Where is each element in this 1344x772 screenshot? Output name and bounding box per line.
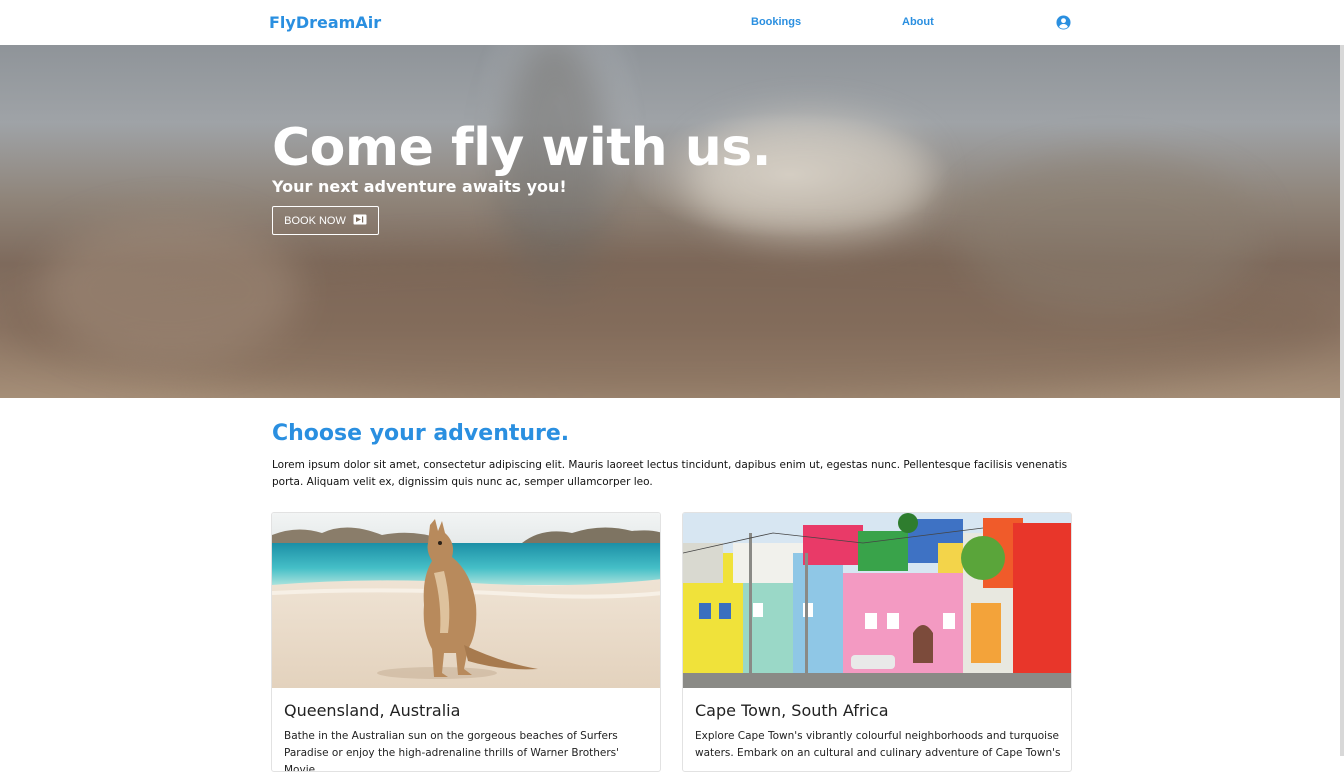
book-now-button[interactable]: BOOK NOW (272, 206, 379, 235)
card-description: Explore Cape Town's vibrantly colourful … (695, 730, 1061, 759)
card-description: Bathe in the Australian sun on the gorge… (284, 730, 620, 772)
hero-bg-shape (40, 215, 300, 365)
section-intro: Lorem ipsum dolor sit amet, consectetur … (272, 459, 1068, 488)
brand-logo[interactable]: FlyDreamAir (269, 13, 381, 32)
card-title: Cape Town, South Africa (695, 701, 889, 720)
hero-bg-shape (960, 155, 1260, 315)
ticket-icon (353, 214, 367, 228)
adventure-card-queensland[interactable]: Queensland, Australia Bathe in the Austr… (271, 512, 661, 772)
adventure-card-cape-town[interactable]: Cape Town, South Africa Explore Cape Tow… (682, 512, 1072, 772)
book-now-label: BOOK NOW (284, 214, 346, 227)
navbar: FlyDreamAir Bookings About (0, 0, 1344, 45)
nav-link-bookings[interactable]: Bookings (751, 16, 801, 28)
card-title: Queensland, Australia (284, 701, 461, 720)
card-image-colorful-houses (683, 513, 1071, 688)
section-title: Choose your adventure. (272, 421, 570, 446)
hero-subtitle: Your next adventure awaits you! (272, 177, 567, 196)
content-section (6, 398, 1336, 756)
nav-link-about[interactable]: About (902, 16, 934, 28)
hero-title: Come fly with us. (272, 118, 771, 178)
hero-banner (0, 45, 1344, 398)
user-circle-icon[interactable] (1056, 15, 1071, 30)
page-scrollbar[interactable] (1340, 0, 1344, 756)
card-image-kangaroo-beach (272, 513, 660, 688)
